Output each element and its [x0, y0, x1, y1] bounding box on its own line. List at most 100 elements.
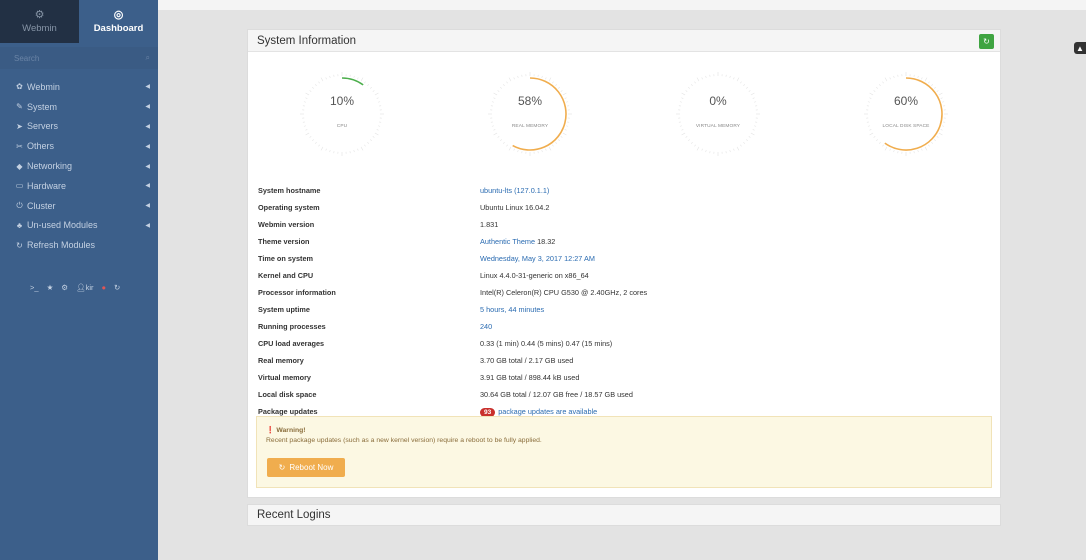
sidebar-item-label: Un-used Modules [27, 220, 98, 231]
sidebar-item-system[interactable]: ✎ System ◀ [0, 97, 158, 117]
gauge-tick [329, 150, 331, 153]
row-key: Webmin version [258, 220, 315, 229]
gauge-arc [884, 77, 943, 151]
gauge-tick [558, 139, 560, 141]
refresh-button[interactable]: ↻ [979, 34, 994, 49]
gauge-dial [300, 72, 384, 156]
tab-dashboard[interactable]: ◎ Dashboard [79, 0, 158, 43]
gauge-tick [729, 150, 731, 153]
gauge-tick [367, 84, 369, 86]
refresh-icon[interactable]: ↻ [114, 283, 120, 292]
notification-icon[interactable]: ▲ [1074, 42, 1086, 54]
gauge-tick [748, 136, 751, 138]
gauge-tick [312, 139, 314, 141]
gauge-cpu: 10% CPU [292, 64, 392, 164]
table-row: Running processes 240 [258, 318, 998, 335]
chevron-left-icon: ◀ [145, 84, 150, 91]
gauge-tick [315, 84, 317, 86]
user-icon[interactable]: 👤︎kir [76, 283, 93, 292]
row-key: Real memory [258, 356, 304, 365]
gauge-tick [940, 129, 943, 131]
chevron-left-icon: ◀ [145, 203, 150, 210]
system-information-panel: System Information ↻ 10% CPU 58% REAL ME… [247, 29, 1001, 498]
row-key: System hostname [258, 186, 321, 195]
gauge-tick [541, 150, 543, 153]
panel-header: Recent Logins [248, 505, 1000, 525]
gauge-tick [688, 87, 690, 89]
gauge-tick [508, 146, 512, 151]
sidebar-item-networking[interactable]: ◆ Networking ◀ [0, 156, 158, 176]
gauge-tick [309, 136, 312, 138]
row-value: 3.91 GB total / 898.44 kB used [480, 373, 580, 382]
row-key: Running processes [258, 322, 326, 331]
gauge-tick [879, 142, 881, 144]
gauge-tick [558, 87, 560, 89]
gauge-tick [876, 87, 878, 89]
gauge-tick [500, 139, 502, 141]
gauge-tick [701, 77, 703, 80]
sidebar-search[interactable]: Search ⌕ [0, 47, 158, 69]
row-key: Virtual memory [258, 373, 311, 382]
uptime-link[interactable]: 5 hours, 44 minutes [480, 305, 544, 314]
row-key: Local disk space [258, 390, 317, 399]
gauge-tick [357, 148, 359, 151]
sidebar-item-refresh-modules[interactable]: ↻ Refresh Modules [0, 235, 158, 255]
gauge-tick [513, 148, 515, 151]
gauge-tick [740, 144, 742, 147]
table-row: Kernel and CPU Linux 4.4.0-31-generic on … [258, 267, 998, 284]
gauge-tick [917, 150, 919, 153]
gauge-tick [325, 148, 327, 151]
gauge-tick [934, 139, 936, 141]
gauge-tick [541, 75, 543, 78]
gauge-tick [696, 77, 700, 82]
gauge-tick [545, 148, 547, 151]
search-placeholder: Search [14, 53, 40, 63]
gauge-tick [928, 144, 930, 147]
reboot-icon: ↻ [278, 463, 286, 472]
gauge-tick [370, 139, 372, 141]
gauge-tick [931, 84, 933, 86]
gauge-value: 0% [709, 94, 727, 108]
reboot-now-button[interactable]: ↻ Reboot Now [267, 458, 345, 477]
cogs-icon[interactable]: ⚙ [61, 283, 68, 292]
gauge-tick [315, 142, 317, 144]
table-row: System uptime 5 hours, 44 minutes [258, 301, 998, 318]
gauge-tick [497, 136, 500, 138]
gauge-tick [873, 136, 876, 138]
sidebar-item-cluster[interactable]: ⏻ Cluster ◀ [0, 196, 158, 216]
gauge-label: CPU [336, 124, 348, 129]
time-link[interactable]: Wednesday, May 3, 2017 12:27 AM [480, 254, 595, 263]
chevron-left-icon: ◀ [145, 222, 150, 229]
gauge-tick [889, 77, 891, 80]
terminal-icon[interactable]: >_ [30, 283, 39, 292]
warning-title-text: Warning! [276, 427, 306, 434]
tab-webmin[interactable]: ⚙ Webmin [0, 0, 79, 43]
gauge-tick [691, 142, 693, 144]
theme-link[interactable]: Authentic Theme [480, 237, 535, 246]
table-row: Time on system Wednesday, May 3, 2017 12:… [258, 250, 998, 267]
gauge-tick [681, 129, 684, 131]
sidebar-item-unused-modules[interactable]: ♣ Un-used Modules ◀ [0, 216, 158, 236]
star-icon[interactable]: ★ [47, 283, 54, 292]
row-key: Package updates [258, 407, 318, 416]
sidebar-item-label: Others [27, 141, 55, 152]
sidebar-item-hardware[interactable]: ▭ Hardware ◀ [0, 176, 158, 196]
processes-link[interactable]: 240 [480, 322, 492, 331]
gauge-tick [740, 81, 742, 84]
gauge-tick [552, 81, 554, 84]
package-updates-link[interactable]: 93 package updates are available [480, 407, 597, 417]
top-bar [0, 0, 1086, 10]
sidebar-item-servers[interactable]: ➤ Servers ◀ [0, 117, 158, 137]
gauge-tick [882, 144, 884, 147]
gauge-tick [305, 129, 308, 131]
sidebar-item-webmin[interactable]: ✿ Webmin ◀ [0, 77, 158, 97]
gauge-tick [869, 132, 874, 136]
rocket-icon: ➤ [16, 121, 23, 131]
sidebar-item-others[interactable]: ✂ Others ◀ [0, 136, 158, 156]
recent-logins-panel[interactable]: Recent Logins [247, 504, 1001, 526]
power-icon: ⏻ [16, 200, 23, 210]
gauge-tick [325, 77, 327, 80]
hostname-link[interactable]: ubuntu-lts (127.0.1.1) [480, 186, 549, 195]
gauge-tick [364, 144, 366, 147]
logout-icon[interactable]: ● [101, 283, 106, 292]
